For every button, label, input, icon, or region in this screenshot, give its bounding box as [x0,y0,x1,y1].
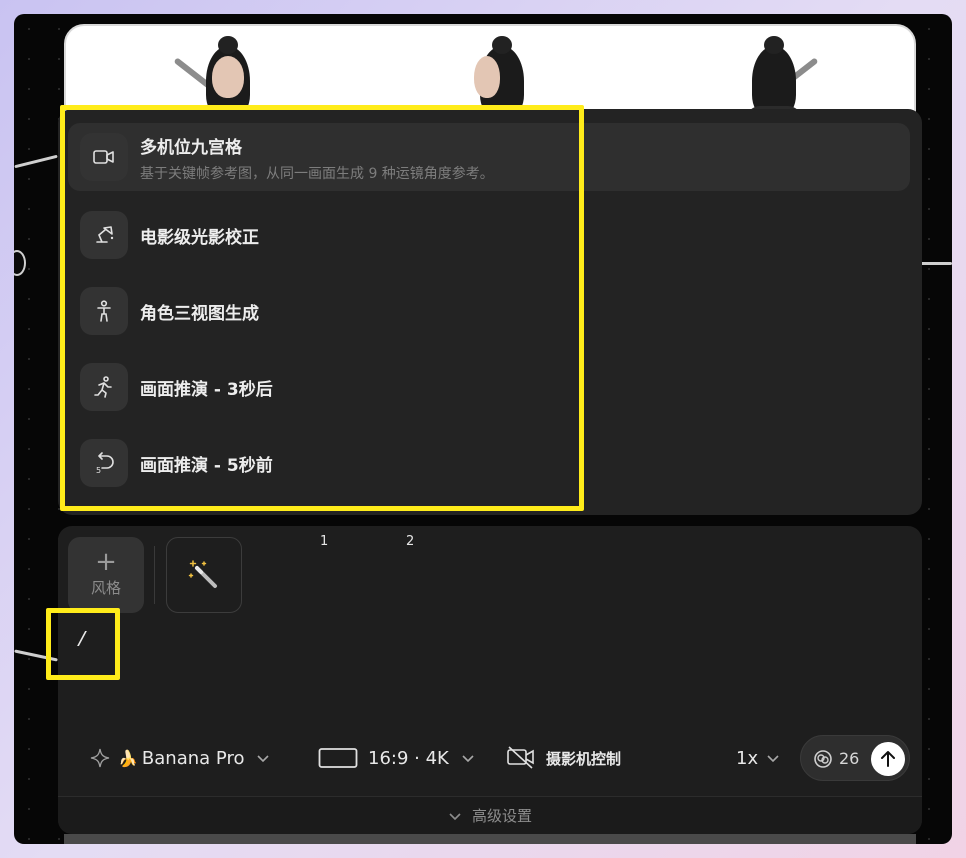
command-menu-panel: 多机位九宫格 基于关键帧参考图，从同一画面生成 9 种运镜角度参考。 电影级光影… [58,109,922,515]
chevron-down-icon [449,812,461,820]
step-label-1: 1 [320,534,329,549]
plus-icon: + [95,547,117,577]
advanced-settings-toggle[interactable]: 高级设置 [58,796,922,834]
divider [154,546,155,604]
aspect-ratio-selector[interactable]: 16:9 · 4K [318,742,475,774]
magic-wand-icon [188,560,217,588]
menu-item-description: 基于关键帧参考图，从同一画面生成 9 种运镜角度参考。 [140,166,494,182]
credits-icon [814,750,832,768]
advanced-settings-label: 高级设置 [471,807,532,825]
sparkle-icon [90,748,110,768]
model-selector[interactable]: 🍌 Banana Pro [90,742,270,774]
add-style-button[interactable]: + 风格 [68,537,144,613]
running-person-icon [80,363,128,411]
menu-item-predict-3s-after[interactable]: 画面推演 - 3秒后 [68,353,910,421]
video-camera-icon [80,133,128,181]
chevron-down-icon [767,755,779,763]
step-label-2: 2 [406,534,415,549]
menu-item-cinematic-lighting[interactable]: 电影级光影校正 [68,201,910,269]
menu-item-character-three-view[interactable]: 角色三视图生成 [68,277,910,345]
menu-item-predict-5s-before[interactable]: 5 画面推演 - 5秒前 [68,429,910,497]
add-style-label: 风格 [90,579,121,597]
prompt-composer: + 风格 1 2 / 🍌 Banana Pro 16:9 · 4K 摄影机控制 … [58,526,922,834]
speed-selector[interactable]: 1x [736,742,780,774]
menu-item-title: 多机位九宫格 [140,138,242,158]
menu-item-title: 角色三视图生成 [140,304,259,324]
camera-control-button[interactable]: 摄影机控制 [506,742,621,774]
generate-pill[interactable]: 26 [800,735,910,781]
chevron-down-icon [462,755,474,763]
aspect-rectangle-icon [318,748,358,768]
magic-wand-button[interactable] [166,537,242,613]
svg-text:5: 5 [96,466,101,474]
camera-off-icon [507,746,534,769]
rewind-5-icon: 5 [80,439,128,487]
speed-label: 1x [736,747,759,769]
chevron-down-icon [257,755,270,763]
aspect-label: 16:9 · 4K [368,747,449,769]
menu-item-title: 画面推演 - 3秒后 [140,380,273,400]
menu-item-title: 画面推演 - 5秒前 [140,456,273,476]
camera-control-label: 摄影机控制 [546,749,622,768]
menu-item-multi-camera-grid[interactable]: 多机位九宫格 基于关键帧参考图，从同一画面生成 9 种运镜角度参考。 [68,123,910,191]
model-label: Banana Pro [141,747,245,769]
menu-item-title: 电影级光影校正 [140,228,259,248]
banana-emoji: 🍌 [118,748,138,768]
send-button[interactable] [871,742,905,776]
edge-connector-right [920,262,952,265]
arrow-up-icon [881,751,895,767]
studio-lamp-icon [80,211,128,259]
app-window: 多机位九宫格 基于关键帧参考图，从同一画面生成 9 种运镜角度参考。 电影级光影… [14,14,952,844]
person-icon [80,287,128,335]
credits-count: 26 [839,749,860,768]
image-card-edge [64,834,916,844]
prompt-input[interactable]: / [76,630,88,653]
